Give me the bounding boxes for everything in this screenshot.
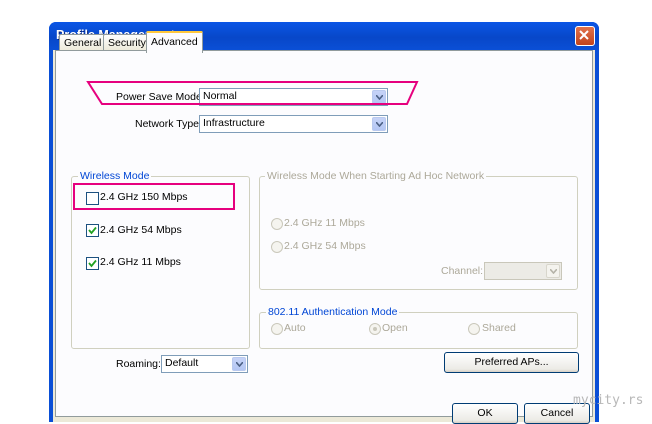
label-auth-shared: Shared [482, 322, 516, 334]
label-11mbps: 2.4 GHz 11 Mbps [100, 256, 181, 268]
tab-advanced[interactable]: Advanced [146, 31, 203, 53]
chevron-down-icon[interactable] [546, 264, 560, 278]
tab-general[interactable]: General [59, 34, 107, 51]
adhoc-mode-title: Wireless Mode When Starting Ad Hoc Netwo… [265, 170, 487, 182]
label-auth-auto: Auto [284, 322, 306, 334]
highlight-power-save [86, 81, 419, 105]
channel-select[interactable] [484, 262, 562, 280]
tab-security[interactable]: Security [103, 34, 151, 51]
watermark: mycity.rs [573, 393, 644, 408]
close-icon [579, 30, 589, 40]
checkbox-11mbps[interactable] [86, 257, 99, 270]
label-54mbps: 2.4 GHz 54 Mbps [100, 224, 182, 236]
checkbox-54mbps[interactable] [86, 224, 99, 237]
channel-label: Channel: [441, 265, 484, 277]
chevron-down-icon[interactable] [232, 357, 246, 371]
check-icon [88, 226, 97, 235]
check-icon [88, 259, 97, 268]
highlight-150mbps [73, 183, 235, 210]
close-button[interactable] [575, 26, 595, 46]
radio-auth-auto[interactable] [271, 323, 283, 335]
wireless-mode-title: Wireless Mode [78, 170, 152, 182]
label-adhoc-11mbps: 2.4 GHz 11 Mbps [284, 217, 365, 229]
network-type-label: Network Type: [135, 118, 202, 130]
roaming-label: Roaming: [116, 358, 161, 370]
radio-auth-shared[interactable] [468, 323, 480, 335]
radio-auth-open[interactable] [369, 323, 381, 335]
ok-button[interactable]: OK [452, 403, 518, 424]
chevron-down-icon[interactable] [372, 117, 386, 131]
radio-adhoc-11mbps[interactable] [271, 218, 283, 230]
network-type-select[interactable]: Infrastructure [199, 115, 388, 133]
auth-mode-title: 802.11 Authentication Mode [266, 306, 400, 318]
preferred-aps-button[interactable]: Preferred APs... [444, 352, 579, 373]
network-type-value: Infrastructure [203, 117, 265, 129]
label-adhoc-54mbps: 2.4 GHz 54 Mbps [284, 240, 366, 252]
radio-adhoc-54mbps[interactable] [271, 241, 283, 253]
roaming-select[interactable]: Default [161, 355, 248, 373]
roaming-value: Default [165, 357, 199, 369]
label-auth-open: Open [382, 322, 408, 334]
